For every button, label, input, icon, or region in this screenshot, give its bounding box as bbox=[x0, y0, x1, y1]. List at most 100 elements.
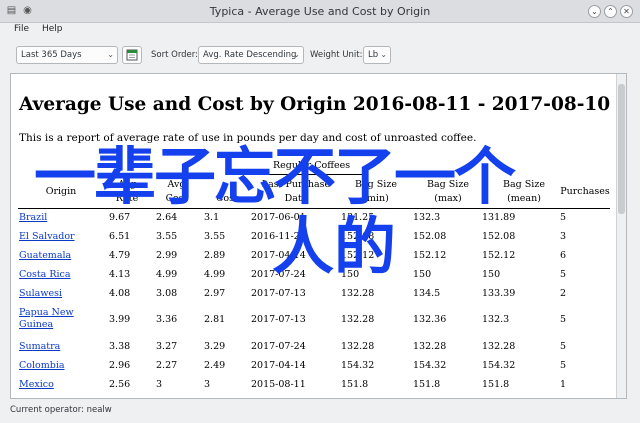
cell-min: 150 bbox=[341, 269, 360, 280]
origin-link[interactable]: Mexico bbox=[19, 379, 99, 391]
cell-date: 2017-07-13 bbox=[251, 288, 306, 299]
col-last-purchase: Last Purchase Date bbox=[261, 179, 331, 204]
sort-order-select[interactable]: Avg. Rate Descending ⌄ bbox=[198, 46, 304, 64]
cell-min: 152.08 bbox=[341, 231, 375, 242]
col-avg-cost: Avg Cost bbox=[165, 179, 188, 204]
cell-mean: 151.8 bbox=[482, 379, 510, 390]
cell-purchases: 2 bbox=[560, 288, 567, 299]
cell-date: 2017-04-14 bbox=[251, 250, 306, 261]
cell-max: 132.36 bbox=[413, 314, 447, 325]
cell-cost: 3.29 bbox=[204, 341, 226, 352]
weight-unit-value: Lb bbox=[368, 50, 379, 60]
cell-mean: 132.3 bbox=[482, 314, 510, 325]
cell-rate: 2.56 bbox=[109, 379, 131, 390]
calendar-button[interactable] bbox=[122, 46, 142, 64]
cell-mean: 152.08 bbox=[482, 231, 516, 242]
cell-purchases: 5 bbox=[560, 269, 567, 280]
cell-mean: 152.12 bbox=[482, 250, 516, 261]
cell-cost: 2.81 bbox=[204, 314, 226, 325]
cell-avg_cost: 2.27 bbox=[156, 360, 178, 371]
date-range-select[interactable]: Last 365 Days ⌄ bbox=[16, 46, 118, 64]
cell-min: 132.28 bbox=[341, 314, 375, 325]
report-view[interactable]: Average Use and Cost by Origin 2016-08-1… bbox=[10, 73, 627, 399]
cell-rate: 3.38 bbox=[109, 341, 131, 352]
cell-mean: 132.28 bbox=[482, 341, 516, 352]
window-titlebar: ▤ ◉ Typica - Average Use and Cost by Ori… bbox=[0, 0, 640, 23]
col-cost: Cost bbox=[216, 193, 238, 204]
cell-purchases: 3 bbox=[560, 231, 567, 242]
menu-bar: File Help bbox=[0, 22, 640, 38]
origin-link[interactable]: Sulawesi bbox=[19, 288, 99, 300]
scrollbar-thumb[interactable] bbox=[618, 84, 625, 214]
cell-avg_cost: 3.08 bbox=[156, 288, 178, 299]
cell-purchases: 5 bbox=[560, 314, 567, 325]
cell-max: 152.12 bbox=[413, 250, 447, 261]
cell-avg_cost: 2.64 bbox=[156, 212, 178, 223]
origin-link[interactable]: Colombia bbox=[19, 360, 99, 372]
cell-min: 131.25 bbox=[341, 212, 375, 223]
cell-avg_cost: 3.36 bbox=[156, 314, 178, 325]
cell-purchases: 1 bbox=[560, 379, 567, 390]
cell-date: 2017-07-13 bbox=[251, 314, 306, 325]
cell-rate: 4.13 bbox=[109, 269, 131, 280]
cell-rate: 6.51 bbox=[109, 231, 131, 242]
cell-mean: 150 bbox=[482, 269, 501, 280]
menu-file[interactable]: File bbox=[14, 24, 29, 34]
minimize-button[interactable]: ⌄ bbox=[588, 5, 601, 18]
weight-unit-select[interactable]: Lb ⌄ bbox=[363, 46, 391, 64]
chevron-down-icon: ⌄ bbox=[107, 50, 114, 59]
origin-link[interactable]: Papua New Guinea bbox=[19, 307, 99, 331]
cell-date: 2017-07-24 bbox=[251, 341, 306, 352]
cell-mean: 131.89 bbox=[482, 212, 516, 223]
cell-mean: 133.39 bbox=[482, 288, 516, 299]
cell-min: 152.12 bbox=[341, 250, 375, 261]
cell-rate: 2.96 bbox=[109, 360, 131, 371]
col-bag-min: Bag Size (min) bbox=[355, 179, 397, 204]
cell-purchases: 5 bbox=[560, 360, 567, 371]
sort-order-value: Avg. Rate Descending bbox=[203, 50, 297, 60]
report-title: Average Use and Cost by Origin 2016-08-1… bbox=[19, 94, 611, 115]
cell-cost: 2.97 bbox=[204, 288, 226, 299]
col-bag-mean: Bag Size (mean) bbox=[503, 179, 545, 204]
origin-link[interactable]: Brazil bbox=[19, 212, 99, 224]
col-purchases: Purchases bbox=[560, 186, 610, 197]
cell-cost: 4.99 bbox=[204, 269, 226, 280]
cell-cost: 2.89 bbox=[204, 250, 226, 261]
cell-date: 2017-07-24 bbox=[251, 269, 306, 280]
cell-date: 2017-06-01 bbox=[251, 212, 306, 223]
origin-link[interactable]: Sumatra bbox=[19, 341, 99, 353]
menu-help[interactable]: Help bbox=[42, 24, 63, 34]
origin-link[interactable]: Guatemala bbox=[19, 250, 99, 262]
cell-min: 132.28 bbox=[341, 288, 375, 299]
cell-rate: 4.08 bbox=[109, 288, 131, 299]
calendar-icon bbox=[126, 49, 138, 61]
origin-link[interactable]: El Salvador bbox=[19, 231, 99, 243]
vertical-scrollbar[interactable] bbox=[616, 74, 626, 398]
cell-avg_cost: 3.27 bbox=[156, 341, 178, 352]
cell-avg_cost: 4.99 bbox=[156, 269, 178, 280]
cell-avg_cost: 2.99 bbox=[156, 250, 178, 261]
header-rule bbox=[18, 208, 610, 209]
cell-mean: 154.32 bbox=[482, 360, 516, 371]
cell-max: 134.5 bbox=[413, 288, 441, 299]
date-range-value: Last 365 Days bbox=[21, 50, 82, 60]
maximize-button[interactable]: ⌃ bbox=[604, 5, 617, 18]
report-toolbar: Last 365 Days ⌄ Sort Order: Avg. Rate De… bbox=[0, 40, 640, 70]
cell-cost: 3.55 bbox=[204, 231, 226, 242]
cell-max: 132.28 bbox=[413, 341, 447, 352]
current-operator: Current operator: nealw bbox=[10, 405, 112, 415]
chevron-down-icon: ⌄ bbox=[293, 50, 300, 59]
col-origin: Origin bbox=[45, 186, 77, 197]
cell-rate: 4.79 bbox=[109, 250, 131, 261]
cell-min: 154.32 bbox=[341, 360, 375, 371]
cell-date: 2015-08-11 bbox=[251, 379, 306, 390]
window-title: Typica - Average Use and Cost by Origin bbox=[209, 5, 431, 18]
cell-purchases: 6 bbox=[560, 250, 567, 261]
cell-max: 152.08 bbox=[413, 231, 447, 242]
close-button[interactable]: ✕ bbox=[620, 5, 633, 18]
report-description: This is a report of average rate of use … bbox=[19, 132, 477, 144]
cell-avg_cost: 3.55 bbox=[156, 231, 178, 242]
cell-max: 132.3 bbox=[413, 212, 441, 223]
cell-min: 151.8 bbox=[341, 379, 369, 390]
origin-link[interactable]: Costa Rica bbox=[19, 269, 99, 281]
